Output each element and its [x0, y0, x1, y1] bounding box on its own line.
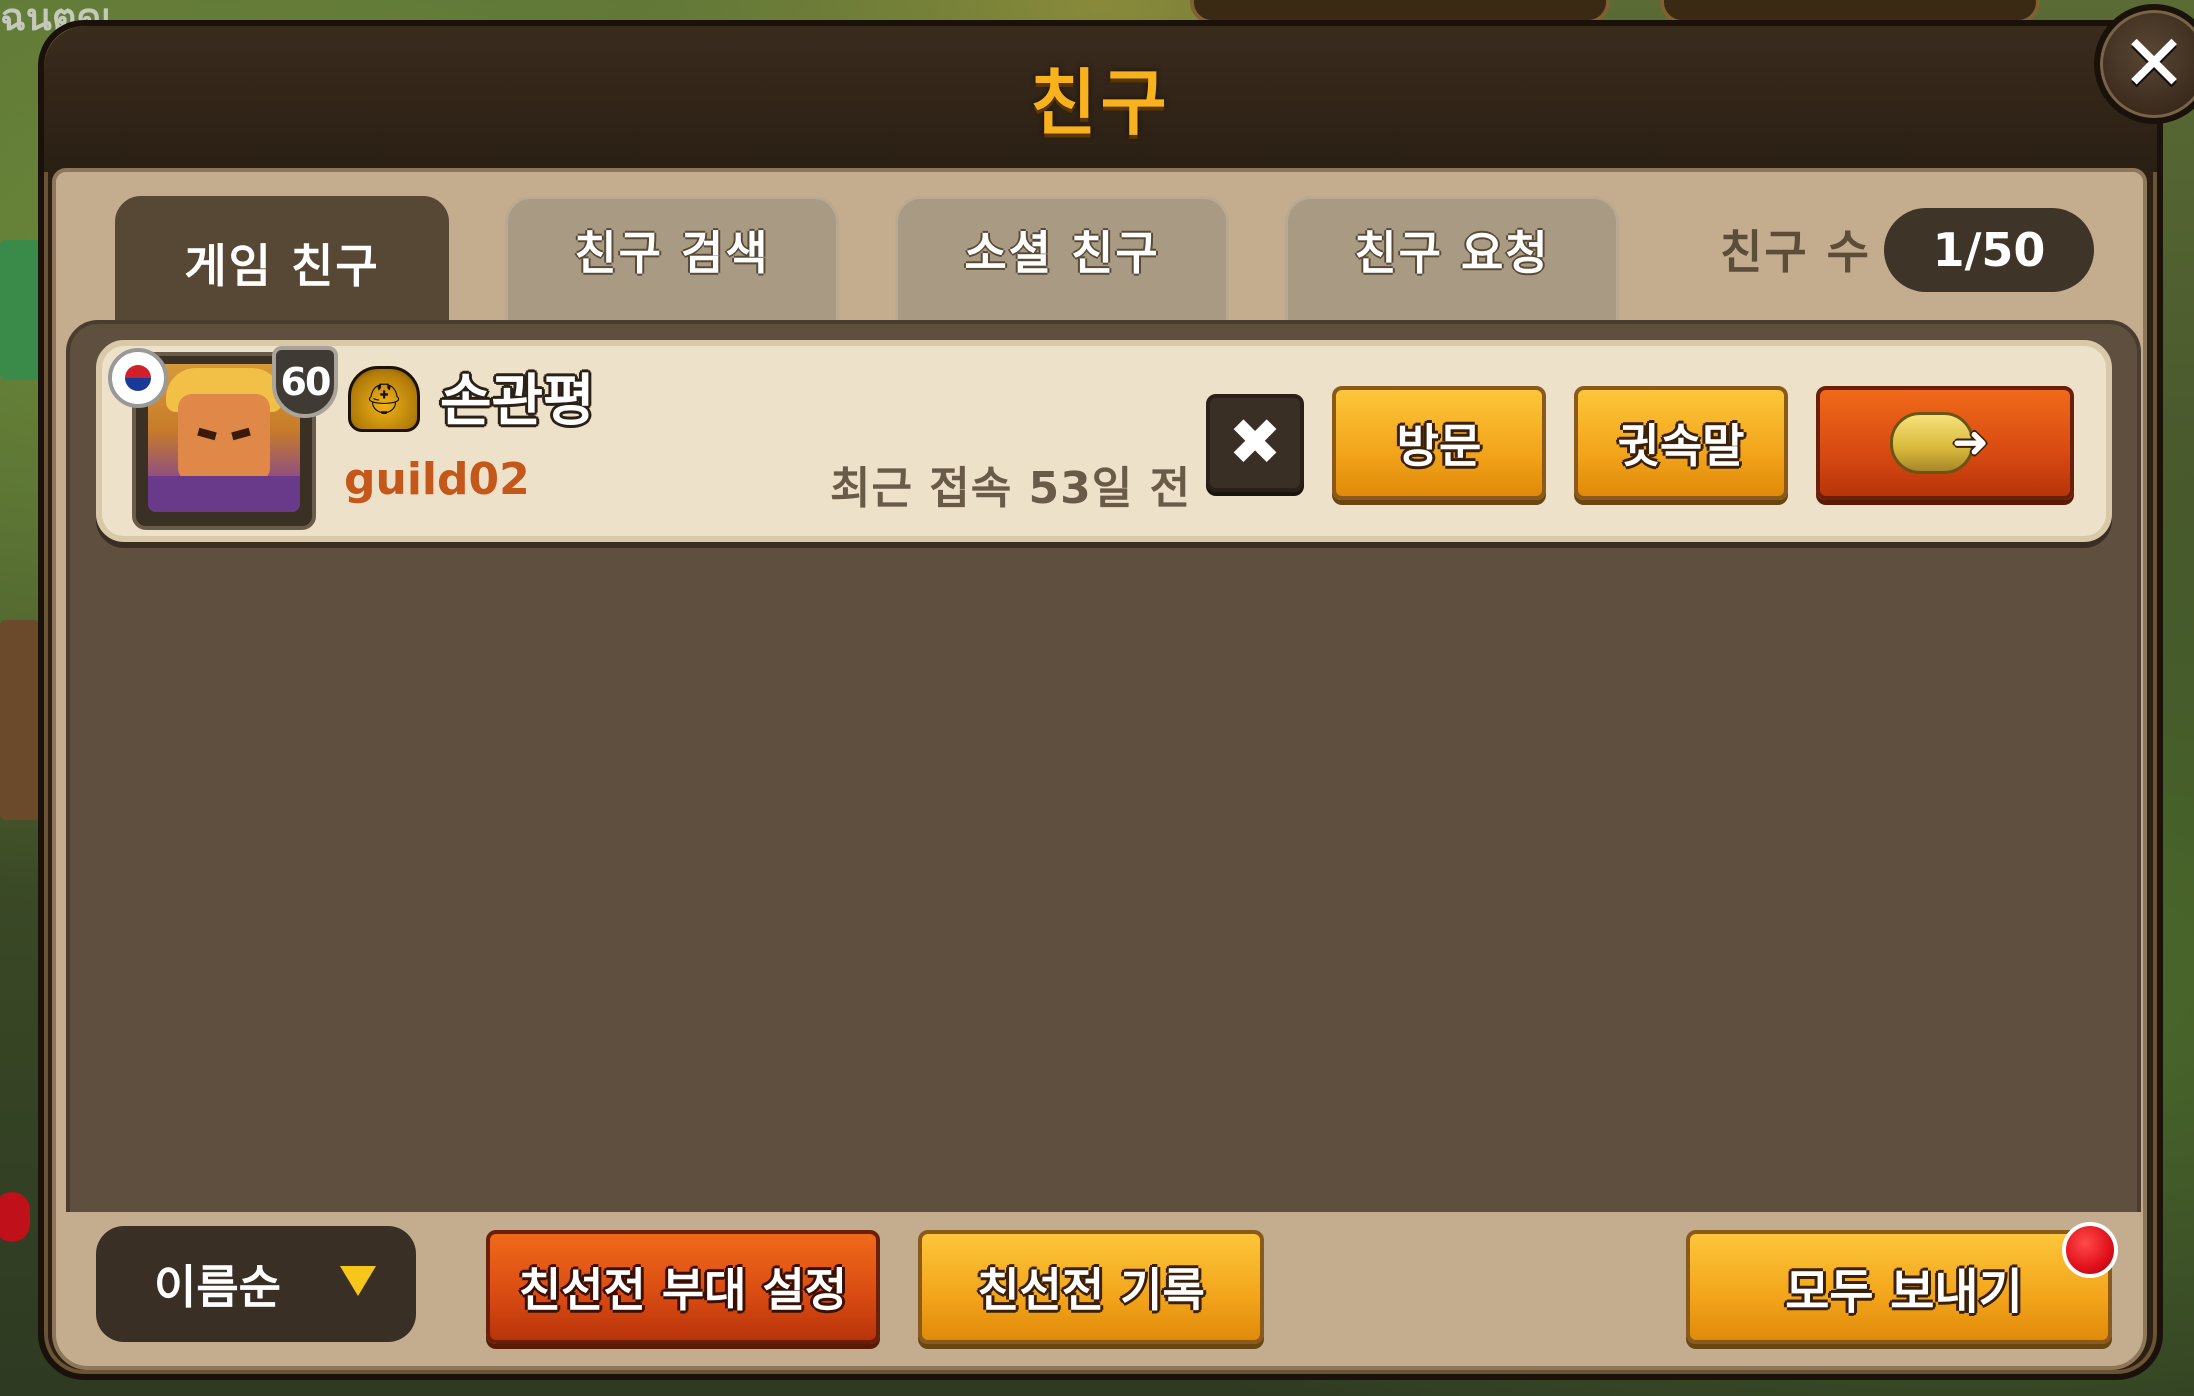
background-notification-dot	[0, 1192, 30, 1242]
sort-dropdown[interactable]: 이름순	[96, 1226, 416, 1342]
last-login-text: 최근 접속 53일 전	[830, 463, 1192, 514]
whisper-button[interactable]: 귓속말	[1574, 386, 1788, 500]
friend-guild: guild02	[344, 454, 530, 505]
close-icon: ✖	[1228, 406, 1282, 480]
friendly-match-squad-button[interactable]: 친선전 부대 설정	[486, 1230, 880, 1344]
dialog-title: 친구	[1030, 61, 1171, 145]
send-gift-button[interactable]: ➜	[1816, 386, 2074, 500]
background-decoration	[0, 620, 40, 820]
friendly-match-record-button[interactable]: 친선전 기록	[918, 1230, 1264, 1344]
background-decoration	[0, 240, 40, 380]
korea-flag-icon	[108, 348, 168, 408]
tab-friend-requests[interactable]: 친구 요청	[1285, 196, 1619, 330]
tab-friend-search[interactable]: 친구 검색	[505, 196, 839, 330]
sort-label: 이름순	[154, 1260, 281, 1314]
delete-friend-button[interactable]: ✖	[1206, 394, 1304, 492]
chevron-down-icon	[340, 1266, 376, 1296]
tab-social-friends[interactable]: 소셜 친구	[895, 196, 1229, 330]
notification-dot	[2062, 1222, 2118, 1278]
send-all-button[interactable]: 모두 보내기	[1686, 1230, 2112, 1344]
send-gift-icon: ➜	[1890, 408, 2000, 478]
level-badge: 60	[272, 346, 338, 418]
visit-button[interactable]: 방문	[1332, 386, 1546, 500]
friend-count-value: 1/50	[1884, 208, 2094, 292]
helmet-rank-icon: ⛑	[348, 366, 420, 432]
friend-count-label: 친구 수	[1720, 225, 1871, 279]
dialog-header: 친구	[44, 26, 2157, 172]
friend-name: 손관평	[440, 369, 595, 434]
close-icon: ✕	[2121, 19, 2187, 109]
